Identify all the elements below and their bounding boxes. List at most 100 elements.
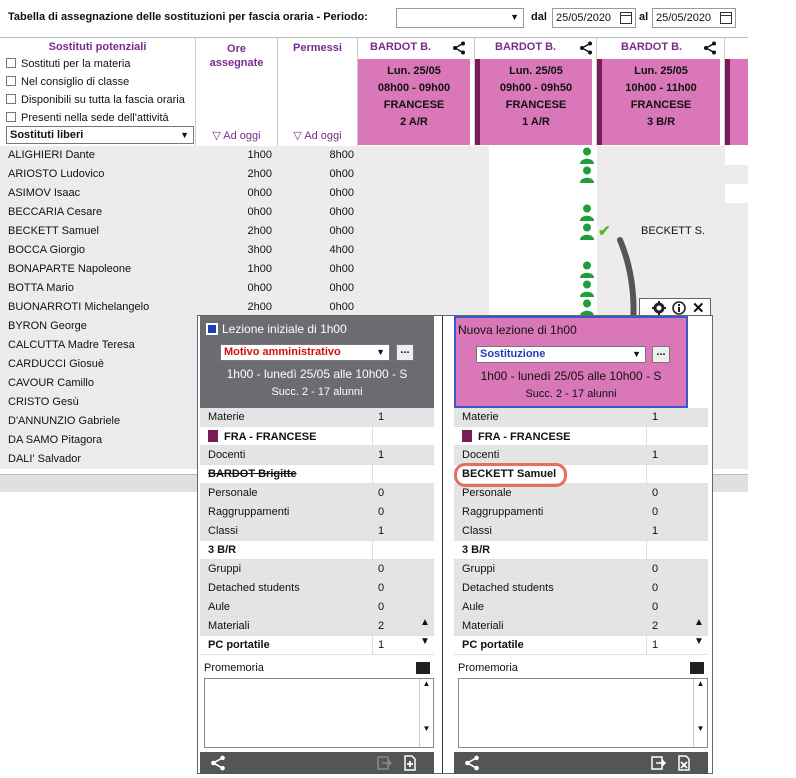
ad-oggi-toggle[interactable]: ▽ Ad oggi <box>278 129 357 142</box>
motivo-select[interactable]: Motivo amministrativo ▼ <box>220 344 390 361</box>
property-row[interactable]: PC portatile 1 ▼ <box>454 636 708 655</box>
property-row[interactable]: Materiali 2 ▲ <box>200 617 434 636</box>
more-button[interactable]: ... <box>396 344 414 361</box>
pane-footer <box>454 752 708 774</box>
checkbox[interactable] <box>6 112 16 122</box>
property-key: Docenti <box>208 449 245 461</box>
more-button[interactable]: ... <box>652 346 670 363</box>
teacher-name: ASIMOV Isaac <box>8 187 81 199</box>
lesson-column-partial[interactable] <box>725 38 748 148</box>
page-title: Tabella di assegnazione delle sostituzio… <box>8 11 368 23</box>
property-row[interactable]: Aule 0 <box>454 598 708 617</box>
periodo-select[interactable]: ▼ <box>396 8 524 28</box>
row-cell <box>358 165 475 184</box>
property-row[interactable]: Detached students 0 <box>454 579 708 598</box>
checkbox[interactable] <box>6 58 16 68</box>
calendar-icon[interactable] <box>720 12 732 24</box>
property-row[interactable]: Classi 1 <box>454 522 708 541</box>
table-row[interactable]: BECCARIA Cesare 0h00 0h00 <box>0 203 748 222</box>
share-icon[interactable] <box>452 41 466 55</box>
lesson-column[interactable]: BARDOT B. Lun. 25/05 09h00 - 09h50 FRANC… <box>475 38 597 148</box>
property-row[interactable]: Raggruppamenti 0 <box>454 503 708 522</box>
lesson-card[interactable]: Lun. 25/05 09h00 - 09h50 FRANCESE 1 A/R <box>475 59 592 145</box>
share-icon[interactable] <box>579 41 593 55</box>
property-row[interactable]: Materie 1 <box>200 408 434 427</box>
property-label: Materiali <box>462 620 504 632</box>
assigned-substitute[interactable]: BECKETT S. <box>641 225 705 237</box>
calendar-icon[interactable] <box>620 12 632 24</box>
share-icon[interactable] <box>703 41 717 55</box>
scroll-down-icon[interactable]: ▼ <box>416 636 434 655</box>
property-row[interactable]: FRA - FRANCESE <box>200 427 434 446</box>
permessi-value: 0h00 <box>329 168 354 180</box>
property-row[interactable]: PC portatile 1 ▼ <box>200 636 434 655</box>
property-label: 3 B/R <box>462 544 491 556</box>
lesson-card[interactable]: Lun. 25/05 10h00 - 11h00 FRANCESE 3 B/R <box>597 59 720 145</box>
scroll-up-icon[interactable]: ▲ <box>416 617 434 636</box>
teacher-name: BECCARIA Cesare <box>8 206 103 218</box>
delete-document-icon[interactable] <box>676 755 692 771</box>
promemoria-input[interactable]: ▲ ▼ <box>458 678 708 748</box>
property-row[interactable]: Detached students 0 <box>200 579 434 598</box>
scroll-down-icon[interactable]: ▼ <box>690 636 708 655</box>
scroll-up-icon[interactable]: ▲ <box>690 617 708 636</box>
table-row[interactable]: ASIMOV Isaac 0h00 0h00 <box>0 184 748 203</box>
lesson-column[interactable]: BARDOT B. Lun. 25/05 08h00 - 09h00 FRANC… <box>358 38 475 148</box>
property-row[interactable]: Aule 0 <box>200 598 434 617</box>
property-row[interactable]: Docenti 1 <box>200 446 434 465</box>
filter-option[interactable]: Disponibili su tutta la fascia oraria <box>6 94 185 106</box>
edit-icon[interactable] <box>690 662 704 674</box>
property-key: Aule <box>208 601 230 613</box>
lesson-column[interactable]: BARDOT B. Lun. 25/05 10h00 - 11h00 FRANC… <box>597 38 725 148</box>
export-icon[interactable] <box>650 755 666 771</box>
property-row[interactable]: 3 B/R <box>200 541 434 560</box>
motivo-select[interactable]: Sostituzione ▼ <box>476 346 646 363</box>
row-cell <box>725 260 748 279</box>
property-row[interactable]: FRA - FRANCESE <box>454 427 708 446</box>
property-label: PC portatile <box>462 639 524 651</box>
property-key: Personale <box>462 487 512 499</box>
checkbox[interactable] <box>6 76 16 86</box>
ad-oggi-toggle[interactable]: ▽ Ad oggi <box>196 129 277 142</box>
row-cell <box>725 241 748 260</box>
table-row[interactable]: ALIGHIERI Dante 1h00 8h00 <box>0 146 748 165</box>
edit-icon[interactable] <box>416 662 430 674</box>
table-row[interactable]: ARIOSTO Ludovico 2h00 0h00 <box>0 165 748 184</box>
available-person-icon[interactable] <box>579 204 595 221</box>
lesson-card[interactable]: Lun. 25/05 08h00 - 09h00 FRANCESE 2 A/R <box>358 59 470 145</box>
permessi-column-header[interactable]: Permessi ▽ Ad oggi <box>278 38 358 148</box>
export-icon[interactable] <box>376 755 392 771</box>
property-row[interactable]: Materiali 2 ▲ <box>454 617 708 636</box>
info-icon[interactable] <box>672 301 686 315</box>
property-label: Docenti <box>462 449 500 461</box>
property-label: Materie <box>208 411 245 423</box>
property-row[interactable]: Gruppi 0 <box>454 560 708 579</box>
property-row[interactable]: Materie 1 <box>454 408 708 427</box>
filter-option[interactable]: Presenti nella sede dell'attività <box>6 112 169 124</box>
property-row[interactable]: Raggruppamenti 0 <box>200 503 434 522</box>
row-cell <box>725 203 748 222</box>
scrollbar[interactable]: ▲ ▼ <box>419 679 433 747</box>
add-document-icon[interactable] <box>402 755 418 771</box>
scrollbar[interactable]: ▲ ▼ <box>693 679 707 747</box>
date-from-field[interactable]: 25/05/2020 <box>552 8 636 28</box>
gear-icon[interactable] <box>652 301 666 315</box>
substitute-type-select[interactable]: Sostituti liberi ▼ <box>6 126 194 144</box>
share-icon[interactable] <box>464 755 480 771</box>
property-value: 1 <box>652 525 659 537</box>
share-icon[interactable] <box>210 755 226 771</box>
checkbox[interactable] <box>6 94 16 104</box>
available-person-icon[interactable] <box>579 147 595 164</box>
ore-column-header[interactable]: Ore assegnate ▽ Ad oggi <box>196 38 278 148</box>
property-row[interactable]: BARDOT Brigitte <box>200 465 434 484</box>
available-person-icon[interactable] <box>579 166 595 183</box>
date-to-field[interactable]: 25/05/2020 <box>652 8 736 28</box>
property-row[interactable]: Classi 1 <box>200 522 434 541</box>
property-row[interactable]: 3 B/R <box>454 541 708 560</box>
filter-option[interactable]: Sostituti per la materia <box>6 58 130 70</box>
property-row[interactable]: Personale 0 <box>200 484 434 503</box>
property-row[interactable]: Gruppi 0 <box>200 560 434 579</box>
lesson-card[interactable] <box>725 59 748 145</box>
filter-option[interactable]: Nel consiglio di classe <box>6 76 129 88</box>
promemoria-input[interactable]: ▲ ▼ <box>204 678 434 748</box>
